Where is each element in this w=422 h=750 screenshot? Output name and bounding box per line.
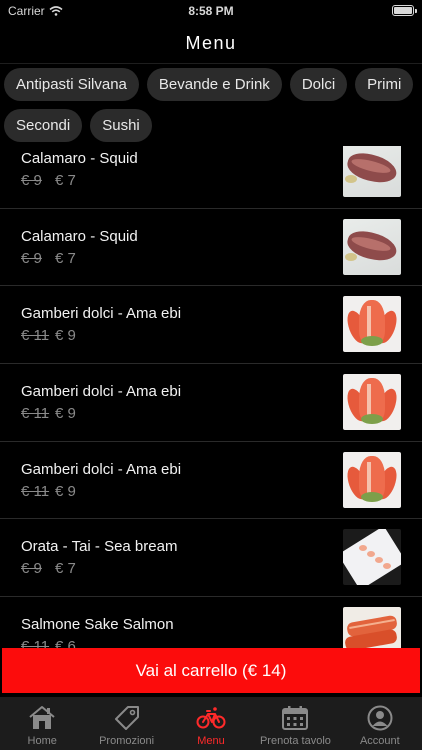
menu-item-list[interactable]: Calamaro - Squid € 9 € 7 Calamaro - Squi… xyxy=(0,146,422,648)
tab-label: Prenota tavolo xyxy=(259,735,331,747)
nav-bar: Menu xyxy=(0,22,422,64)
menu-item[interactable]: Calamaro - Squid € 9 € 7 xyxy=(0,146,422,209)
tab-home[interactable]: Home xyxy=(0,697,84,750)
menu-item[interactable]: Gamberi dolci - Ama ebi € 11 € 9 xyxy=(0,442,422,520)
category-chip-sushi[interactable]: Sushi xyxy=(90,109,152,142)
item-price: € 9 xyxy=(55,327,76,345)
menu-item[interactable]: Calamaro - Squid € 9 € 7 xyxy=(0,209,422,287)
tab-menu[interactable]: Menu xyxy=(169,697,253,750)
item-image xyxy=(343,218,401,275)
account-icon xyxy=(367,705,393,731)
item-name: Gamberi dolci - Ama ebi xyxy=(21,305,182,323)
item-name: Salmone Sake Salmon xyxy=(21,616,174,634)
item-price: € 9 xyxy=(55,405,76,423)
item-price: € 7 xyxy=(55,172,76,189)
category-chip-primi[interactable]: Primi xyxy=(355,68,414,101)
item-image xyxy=(343,296,401,353)
status-bar: Carrier 8:58 PM xyxy=(0,0,422,22)
item-old-price: € 11 xyxy=(21,638,50,648)
item-name: Gamberi dolci - Ama ebi xyxy=(21,383,182,401)
item-price: € 9 xyxy=(55,482,76,500)
item-name: Gamberi dolci - Ama ebi xyxy=(21,460,182,478)
menu-item[interactable]: Gamberi dolci - Ama ebi € 11 € 9 xyxy=(0,364,422,442)
tag-icon xyxy=(114,706,139,730)
tab-label: Menu xyxy=(197,735,225,747)
item-image xyxy=(343,374,401,431)
tab-prenota-tavolo[interactable]: Prenota tavolo xyxy=(253,697,337,750)
item-image xyxy=(343,607,401,648)
category-chip-antipasti[interactable]: Antipasti Silvana xyxy=(4,68,139,101)
category-chips: Antipasti Silvana Bevande e Drink Dolci … xyxy=(4,68,418,142)
item-name: Orata - Tai - Sea bream xyxy=(21,538,178,556)
item-old-price: € 11 xyxy=(21,405,50,423)
item-price: € 7 xyxy=(55,560,76,578)
item-name: Calamaro - Squid xyxy=(21,227,138,245)
menu-item[interactable]: Salmone Sake Salmon € 11 € 6 xyxy=(0,597,422,648)
status-time: 8:58 PM xyxy=(188,4,234,18)
tab-label: Account xyxy=(359,735,400,747)
item-old-price: € 9 xyxy=(21,172,42,189)
item-old-price: € 11 xyxy=(21,327,50,345)
category-chip-dolci[interactable]: Dolci xyxy=(289,68,348,101)
go-to-cart-button[interactable]: Vai al carrello (€ 14) xyxy=(2,648,420,693)
tab-account[interactable]: Account xyxy=(338,697,422,750)
item-old-price: € 9 xyxy=(21,249,42,267)
item-image xyxy=(343,451,401,508)
item-image xyxy=(343,529,401,586)
page-title: Menu xyxy=(185,33,237,53)
item-old-price: € 9 xyxy=(21,560,42,578)
tab-promozioni[interactable]: Promozioni xyxy=(84,697,168,750)
battery-icon xyxy=(392,5,417,16)
item-image xyxy=(343,146,401,197)
tab-bar: Home Promozioni Menu Prenota tavolo Acco… xyxy=(0,697,422,750)
item-price: € 6 xyxy=(55,638,76,648)
calendar-icon xyxy=(282,706,309,730)
tab-label: Home xyxy=(27,735,57,747)
item-name: Calamaro - Squid xyxy=(21,150,138,167)
item-price: € 7 xyxy=(55,249,76,267)
home-icon xyxy=(29,706,55,729)
menu-item[interactable]: Orata - Tai - Sea bream € 9 € 7 xyxy=(0,519,422,598)
bicycle-icon xyxy=(196,707,226,729)
tab-label: Promozioni xyxy=(99,735,155,747)
category-chip-bevande[interactable]: Bevande e Drink xyxy=(146,68,282,101)
item-old-price: € 11 xyxy=(21,482,50,500)
category-chip-secondi[interactable]: Secondi xyxy=(4,109,83,142)
menu-item[interactable]: Gamberi dolci - Ama ebi € 11 € 9 xyxy=(0,286,422,365)
